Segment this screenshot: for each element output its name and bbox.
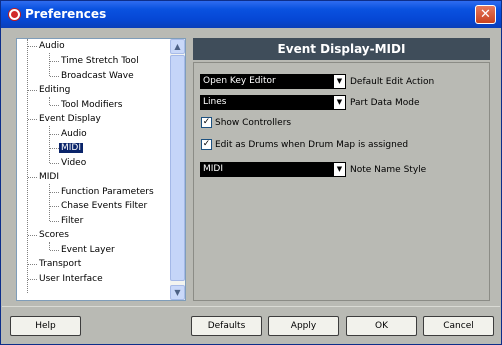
tree-connector	[28, 177, 37, 178]
tree-item-event-layer[interactable]: Event Layer	[61, 243, 115, 257]
tree-connector	[28, 119, 37, 120]
tree-list: Audio Time Stretch Tool Broadcast Wave E…	[17, 39, 170, 300]
window-title: Preferences	[25, 7, 107, 21]
note-name-style-label: Note Name Style	[350, 165, 427, 175]
divider	[2, 306, 500, 307]
tree-connector	[50, 105, 59, 106]
edit-as-drums-label: Edit as Drums when Drum Map is assigned	[215, 140, 409, 150]
settings-panel: Open Key Editor ▼ Default Edit Action Li…	[193, 62, 490, 301]
preferences-window: Preferences ✕ Audio Time Stretch Tool Br…	[0, 0, 502, 345]
scroll-down-button[interactable]: ▼	[170, 285, 185, 300]
chevron-down-icon: ▼	[334, 163, 345, 176]
tree-item-midi[interactable]: MIDI	[39, 170, 59, 184]
tree-connector	[49, 53, 50, 76]
tree-item-event-display-video[interactable]: Video	[61, 156, 86, 170]
part-data-mode-select[interactable]: Lines ▼	[200, 95, 346, 110]
tree-connector	[50, 61, 59, 62]
tree-item-event-display-audio[interactable]: Audio	[61, 127, 87, 141]
tree-connector	[28, 235, 37, 236]
tree-item-broadcast-wave[interactable]: Broadcast Wave	[61, 69, 134, 83]
tree-connector	[50, 134, 59, 135]
scroll-thumb[interactable]	[170, 55, 185, 281]
cancel-button[interactable]: Cancel	[423, 316, 494, 336]
chevron-down-icon: ▼	[174, 288, 181, 297]
help-button[interactable]: Help	[10, 316, 81, 336]
tree-connector	[50, 250, 59, 251]
tree-connector	[28, 90, 37, 91]
tree-item-editing[interactable]: Editing	[39, 83, 70, 97]
chevron-down-icon: ▼	[334, 75, 345, 88]
scroll-up-button[interactable]: ▲	[170, 39, 185, 54]
tree-scrollbar[interactable]: ▲ ▼	[170, 39, 185, 300]
tree-connector	[28, 46, 37, 47]
tree-connector	[28, 279, 37, 280]
tree-item-selected-label: MIDI	[59, 143, 84, 153]
tree-connector	[49, 97, 50, 105]
tree-connector	[50, 221, 59, 222]
chevron-up-icon: ▲	[174, 42, 181, 51]
part-data-mode-label: Part Data Mode	[350, 98, 420, 108]
tree-item-user-interface[interactable]: User Interface	[39, 272, 103, 286]
close-button[interactable]: ✕	[475, 5, 496, 24]
tree-connector	[50, 163, 59, 164]
tree-item-tool-modifiers[interactable]: Tool Modifiers	[61, 98, 122, 112]
tree-item-scores[interactable]: Scores	[39, 228, 69, 242]
show-controllers-checkbox[interactable]: ✓	[201, 117, 212, 128]
tree-item-filter[interactable]: Filter	[61, 214, 83, 228]
tree-connector	[50, 148, 59, 149]
tree-connector	[49, 184, 50, 221]
defaults-button[interactable]: Defaults	[191, 316, 262, 336]
default-edit-action-label: Default Edit Action	[350, 77, 435, 87]
tree-connector	[49, 126, 50, 163]
tree-item-function-parameters[interactable]: Function Parameters	[61, 185, 154, 199]
tree-item-event-display-midi[interactable]: MIDI	[59, 141, 84, 155]
ok-button[interactable]: OK	[346, 316, 417, 336]
tree-connector	[49, 242, 50, 250]
tree-connector	[27, 39, 28, 293]
panel-title: Event Display-MIDI	[193, 38, 490, 60]
app-icon	[8, 8, 21, 21]
tree-item-transport[interactable]: Transport	[39, 257, 81, 271]
tree-item-event-display[interactable]: Event Display	[39, 112, 101, 126]
apply-button[interactable]: Apply	[268, 316, 339, 336]
default-edit-action-value: Open Key Editor	[203, 76, 276, 86]
tree-connector	[50, 192, 59, 193]
part-data-mode-value: Lines	[203, 97, 227, 107]
tree-connector	[50, 76, 59, 77]
tree-item-chase-events-filter[interactable]: Chase Events Filter	[61, 199, 147, 213]
default-edit-action-select[interactable]: Open Key Editor ▼	[200, 74, 346, 89]
note-name-style-value: MIDI	[203, 164, 224, 174]
note-name-style-select[interactable]: MIDI ▼	[200, 162, 346, 177]
tree-item-time-stretch-tool[interactable]: Time Stretch Tool	[61, 54, 139, 68]
tree-connector	[28, 264, 37, 265]
tree-connector	[50, 206, 59, 207]
edit-as-drums-checkbox[interactable]: ✓	[201, 139, 212, 150]
preferences-tree: Audio Time Stretch Tool Broadcast Wave E…	[16, 38, 186, 301]
tree-item-audio[interactable]: Audio	[39, 39, 65, 53]
show-controllers-label: Show Controllers	[215, 118, 292, 128]
chevron-down-icon: ▼	[334, 96, 345, 109]
title-bar[interactable]: Preferences ✕	[1, 1, 501, 28]
close-icon: ✕	[480, 7, 491, 22]
